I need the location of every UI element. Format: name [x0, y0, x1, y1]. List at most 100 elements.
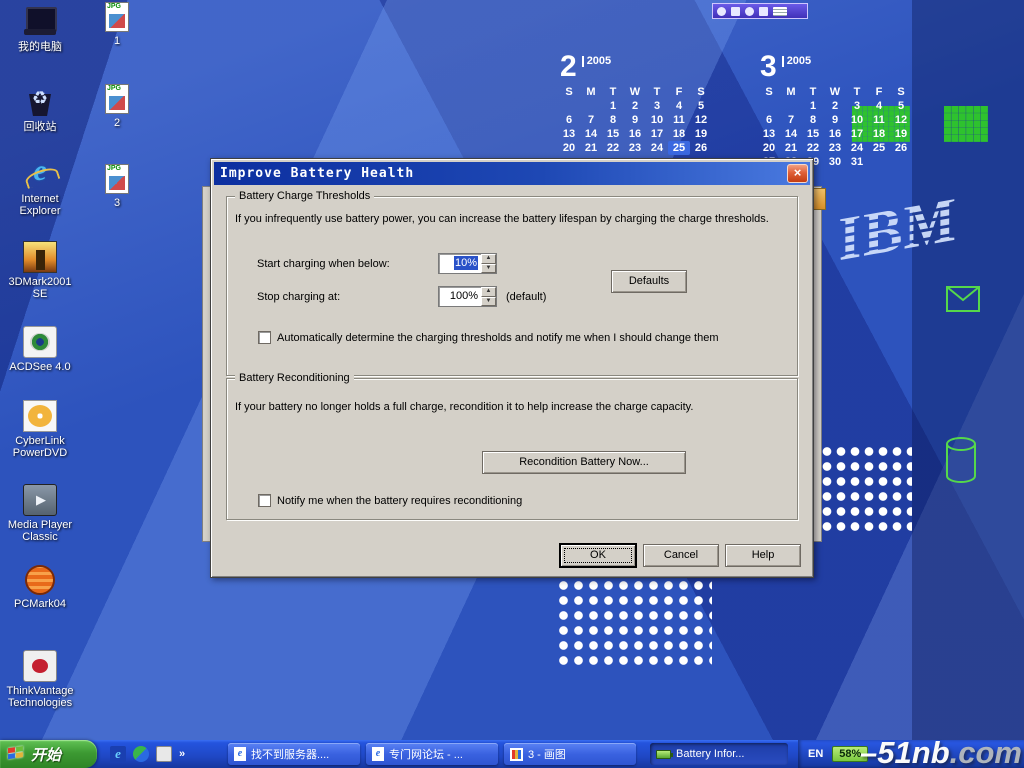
- calendar-date: 21: [780, 141, 802, 155]
- camera-icon[interactable]: [717, 7, 726, 16]
- notes-icon[interactable]: [773, 7, 787, 16]
- start-charging-spinner[interactable]: 10% ▲ ▼: [438, 253, 497, 274]
- battery-charge-thresholds-group: Battery Charge Thresholds If you infrequ…: [226, 196, 798, 376]
- calendar-date: 11: [868, 113, 890, 127]
- calendar-date: 23: [624, 141, 646, 155]
- calendar-date: 7: [780, 113, 802, 127]
- calendar-date: 19: [890, 127, 912, 141]
- desktop: IBM 2 2005 SMTWTFS 123456789101112131415…: [0, 0, 1024, 768]
- calendar-date: 3: [846, 99, 868, 113]
- taskbar-task-paint[interactable]: 3 - 画图: [504, 743, 636, 765]
- capture-toolbar[interactable]: [712, 3, 808, 19]
- calendar-header: 2 2005: [558, 52, 718, 82]
- calendar-date: 9: [824, 113, 846, 127]
- white-dot-grid-small: [820, 444, 912, 534]
- calendar-date: 20: [558, 141, 580, 155]
- thresholds-description: If you infrequently use battery power, y…: [235, 213, 769, 225]
- jpg-badge: JPG: [107, 3, 121, 10]
- calendar-date: 7: [580, 113, 602, 127]
- auto-determine-checkbox-label[interactable]: Automatically determine the charging thr…: [277, 332, 718, 344]
- notify-reconditioning-checkbox[interactable]: [258, 494, 271, 507]
- pen-icon[interactable]: [745, 7, 754, 16]
- ie-page-icon: e: [234, 747, 246, 761]
- calendar-date: 12: [690, 113, 712, 127]
- desktop-icon-thinkvantage[interactable]: ThinkVantage Technologies: [4, 650, 76, 709]
- cancel-button[interactable]: Cancel: [643, 544, 719, 567]
- calendar-date: 30: [824, 155, 846, 169]
- ok-button[interactable]: OK: [560, 544, 636, 567]
- scissors-icon[interactable]: [731, 7, 740, 16]
- calendar-year: 2005: [782, 56, 811, 67]
- desktop-icon-acdsee[interactable]: ACDSee 4.0: [4, 326, 76, 373]
- icon-label: 2: [81, 117, 153, 129]
- calendar-day-header: S: [558, 85, 580, 99]
- calendar-date: [558, 99, 580, 113]
- start-button[interactable]: 开始: [0, 740, 97, 768]
- language-indicator[interactable]: EN: [808, 748, 823, 760]
- calendar-date: 16: [824, 127, 846, 141]
- spinner-down-icon[interactable]: ▼: [481, 264, 496, 274]
- dialog-title: Improve Battery Health: [214, 166, 414, 181]
- calendar-date: 4: [868, 99, 890, 113]
- quicklaunch-show-desktop-icon[interactable]: [156, 746, 172, 762]
- paint-icon: [510, 748, 523, 761]
- calendar-day-header: S: [758, 85, 780, 99]
- recycle-bin-icon: [23, 86, 57, 118]
- calendar-day-header: F: [668, 85, 690, 99]
- desktop-icon-pcmark[interactable]: PCMark04: [4, 565, 76, 610]
- auto-determine-checkbox[interactable]: [258, 331, 271, 344]
- spinner-up-icon[interactable]: ▲: [481, 287, 496, 297]
- calendar-day-headers: SMTWTFS: [558, 85, 718, 99]
- quicklaunch-ie-icon[interactable]: e: [110, 746, 126, 762]
- desktop-icon-media-player-classic[interactable]: Media Player Classic: [4, 484, 76, 543]
- icon-label: 回收站: [4, 121, 76, 133]
- desktop-icon-3dmark[interactable]: 3DMark2001 SE: [4, 241, 76, 300]
- taskbar-task-forum[interactable]: e 专门网论坛 - ...: [366, 743, 498, 765]
- calendar-date: 2: [624, 99, 646, 113]
- start-charging-value[interactable]: 10%: [439, 254, 481, 273]
- close-icon[interactable]: ×: [787, 164, 808, 183]
- calendar-date: 3: [646, 99, 668, 113]
- white-dot-grid-large: [556, 578, 712, 668]
- my-computer-icon: [23, 6, 57, 38]
- desktop-icon-my-computer[interactable]: 我的电脑: [4, 6, 76, 53]
- desktop-icon-jpg-1[interactable]: JPG 1: [81, 2, 153, 47]
- calendar-date: 19: [690, 127, 712, 141]
- calendar-day-header: S: [890, 85, 912, 99]
- calendar-date: 22: [802, 141, 824, 155]
- icon-label: Internet Explorer: [4, 193, 76, 217]
- taskbar-task-server-not-found[interactable]: e 找不到服务器....: [228, 743, 360, 765]
- calendar-date: 23: [824, 141, 846, 155]
- desktop-icon-internet-explorer[interactable]: Internet Explorer: [4, 158, 76, 217]
- icon-label: Media Player Classic: [4, 519, 76, 543]
- stop-charging-value[interactable]: 100%: [439, 287, 481, 306]
- taskbar-task-battery-information[interactable]: Battery Infor...: [650, 743, 788, 765]
- desktop-icon-jpg-3[interactable]: JPG 3: [81, 164, 153, 209]
- calendar-date: [758, 99, 780, 113]
- dialog-titlebar[interactable]: Improve Battery Health: [214, 162, 810, 185]
- desktop-icon-recycle-bin[interactable]: 回收站: [4, 86, 76, 133]
- quicklaunch-overflow-chevron[interactable]: »: [179, 748, 185, 760]
- cylinder-icon: [944, 436, 978, 484]
- calendar-day-header: T: [846, 85, 868, 99]
- notify-reconditioning-checkbox-label[interactable]: Notify me when the battery requires reco…: [277, 495, 522, 507]
- calendar-year: 2005: [582, 56, 611, 67]
- desktop-icon-powerdvd[interactable]: CyberLink PowerDVD: [4, 400, 76, 459]
- settings-icon[interactable]: [759, 7, 768, 16]
- battery-icon: [656, 750, 671, 759]
- jpg-badge: JPG: [107, 165, 121, 172]
- recondition-battery-button[interactable]: Recondition Battery Now...: [482, 451, 686, 474]
- calendar-day-header: M: [780, 85, 802, 99]
- defaults-button[interactable]: Defaults: [611, 270, 687, 293]
- desktop-icon-jpg-2[interactable]: JPG 2: [81, 84, 153, 129]
- group-title: Battery Charge Thresholds: [235, 190, 374, 202]
- jpg-file-icon: JPG: [105, 164, 129, 194]
- spinner-up-icon[interactable]: ▲: [481, 254, 496, 264]
- spinner-down-icon[interactable]: ▼: [481, 297, 496, 307]
- quicklaunch-media-icon[interactable]: [133, 746, 149, 762]
- calendar-date: 31: [846, 155, 868, 169]
- calendar-date: 8: [802, 113, 824, 127]
- help-button[interactable]: Help: [725, 544, 801, 567]
- calendar-date: 6: [758, 113, 780, 127]
- stop-charging-spinner[interactable]: 100% ▲ ▼: [438, 286, 497, 307]
